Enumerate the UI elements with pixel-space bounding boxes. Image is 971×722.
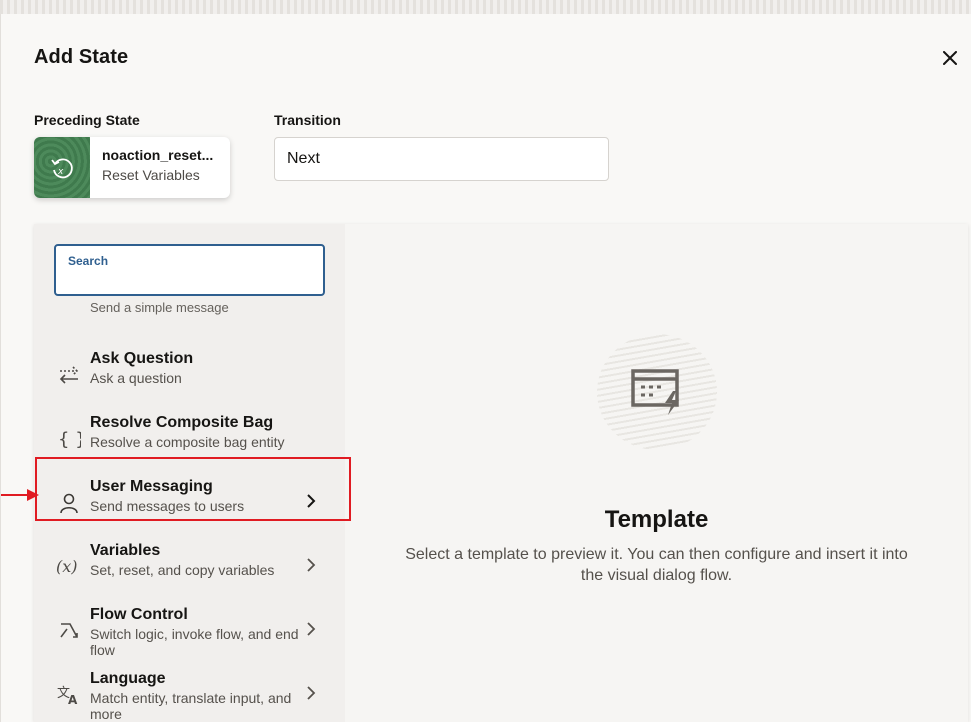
- preceding-state-type: Reset Variables: [102, 167, 200, 183]
- list-item-title: Resolve Composite Bag: [90, 414, 274, 431]
- add-state-dialog: Add State Preceding State x noaction_res…: [0, 14, 971, 722]
- list-item-variables[interactable]: (x) Variables Set, reset, and copy varia…: [34, 534, 345, 598]
- transition-label: Transition: [274, 112, 341, 128]
- list-item-desc: Set, reset, and copy variables: [90, 562, 275, 578]
- list-item-ask-question[interactable]: Ask Question Ask a question: [34, 342, 345, 406]
- transition-field[interactable]: Next: [274, 137, 609, 181]
- preceding-state-name: noaction_reset...: [102, 147, 214, 163]
- svg-text:(x): (x): [56, 557, 78, 576]
- braces-icon: { }: [56, 428, 82, 450]
- list-item-language[interactable]: 文 A Language Match entity, translate inp…: [34, 662, 345, 722]
- highlight-box: [35, 457, 351, 521]
- list-item-desc: Resolve a composite bag entity: [90, 434, 285, 450]
- preceding-state-label: Preceding State: [34, 112, 140, 128]
- pointer-arrow: [1, 489, 39, 501]
- reset-variables-icon: x: [34, 137, 90, 198]
- svg-text:x: x: [57, 167, 64, 177]
- close-button[interactable]: [937, 45, 963, 71]
- list-item-title: Flow Control: [90, 606, 188, 623]
- template-preview-pane: Template Select a template to preview it…: [345, 224, 968, 722]
- list-item-desc: Switch logic, invoke flow, and end flow: [90, 626, 299, 658]
- template-icon: [631, 369, 679, 415]
- template-title: Template: [604, 506, 709, 533]
- dialog-title: Add State: [34, 46, 129, 68]
- svg-text:A: A: [68, 693, 78, 706]
- list-item-clipped-desc: Send a simple message: [90, 300, 229, 315]
- list-item-title: Variables: [90, 542, 161, 559]
- variable-x-icon: (x): [56, 556, 82, 578]
- search-label: Search: [68, 254, 109, 268]
- list-item-title: Language: [90, 670, 166, 687]
- search-input[interactable]: Search: [54, 244, 325, 296]
- preceding-state-card[interactable]: x noaction_reset... Reset Variables: [34, 137, 230, 198]
- list-item-desc: Match entity, translate input, and more: [90, 690, 292, 722]
- flow-control-icon: [56, 620, 82, 642]
- list-item-desc: Ask a question: [90, 370, 182, 386]
- translate-icon: 文 A: [56, 684, 82, 706]
- chevron-right-icon: [302, 684, 320, 702]
- close-icon: [943, 51, 957, 65]
- template-description: Select a template to preview it. You can…: [405, 546, 908, 584]
- list-item-title: Ask Question: [90, 350, 194, 367]
- swap-arrows-icon: [56, 364, 82, 386]
- chevron-right-icon: [302, 556, 320, 574]
- background-strip: [0, 0, 971, 14]
- template-illustration: [597, 334, 717, 450]
- list-item-flow-control[interactable]: Flow Control Switch logic, invoke flow, …: [34, 598, 345, 662]
- state-picker-panel: Search Send a simple message Ask Questio…: [34, 224, 968, 722]
- chevron-right-icon: [302, 620, 320, 638]
- svg-text:{ }: { }: [58, 429, 81, 450]
